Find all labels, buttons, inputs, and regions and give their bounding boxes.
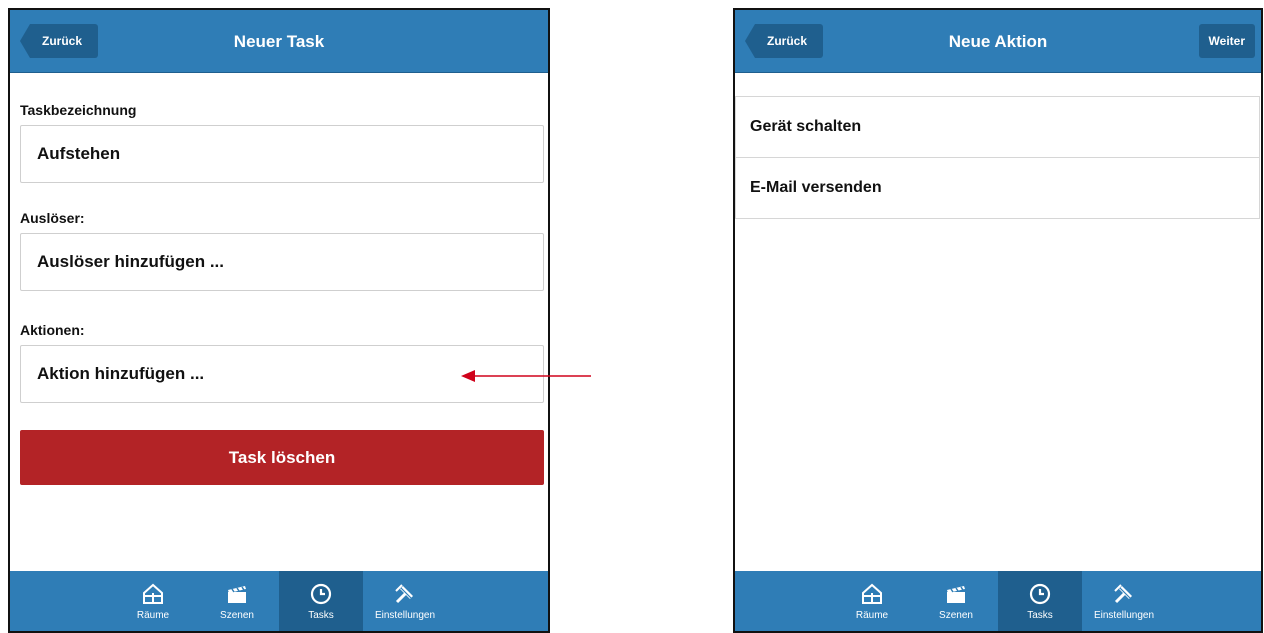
tab-label-scenes: Szenen: [939, 609, 973, 621]
header-bar: Zurück Neue Aktion Weiter: [735, 10, 1261, 73]
tab-label-scenes: Szenen: [220, 609, 254, 621]
tab-label-settings: Einstellungen: [374, 609, 436, 621]
add-trigger-field[interactable]: Auslöser hinzufügen ...: [20, 233, 544, 291]
tab-scenes[interactable]: Szenen: [195, 571, 279, 631]
tab-label-tasks: Tasks: [1027, 609, 1053, 621]
header-bar: Zurück Neuer Task: [10, 10, 548, 73]
tab-rooms[interactable]: Räume: [111, 571, 195, 631]
trigger-label: Auslöser:: [20, 210, 85, 226]
tab-settings[interactable]: Einstellungen: [1082, 571, 1166, 631]
tools-icon: [395, 583, 414, 603]
tab-settings[interactable]: Einstellungen: [363, 571, 447, 631]
house-icon: [143, 583, 163, 604]
tab-label-rooms: Räume: [136, 609, 170, 621]
clapperboard-icon: [228, 585, 246, 603]
tab-rooms[interactable]: Räume: [830, 571, 914, 631]
tab-bar: Räume Szenen Tasks Einstellungen: [735, 571, 1261, 631]
next-button[interactable]: Weiter: [1198, 24, 1255, 58]
tab-tasks[interactable]: Tasks: [998, 571, 1082, 631]
delete-task-button[interactable]: Task löschen: [20, 430, 544, 485]
tab-bar: Räume Szenen Tasks Einstellungen: [10, 571, 548, 631]
taskname-field[interactable]: Aufstehen: [20, 125, 544, 183]
clapperboard-icon: [947, 585, 965, 603]
tab-label-settings: Einstellungen: [1093, 609, 1155, 621]
list-item-switch-device[interactable]: Gerät schalten: [736, 97, 1259, 158]
clock-icon: [310, 583, 332, 604]
screen-new-task: Zurück Neuer Task Taskbezeichnung Aufste…: [8, 8, 550, 633]
action-type-list: Gerät schalten E-Mail versenden: [735, 96, 1260, 219]
annotation-arrow-icon: [461, 370, 591, 382]
tools-icon: [1114, 583, 1133, 603]
list-item-send-email[interactable]: E-Mail versenden: [736, 158, 1259, 218]
clock-icon: [1029, 583, 1051, 604]
screen-new-action: Zurück Neue Aktion Weiter Gerät schalten…: [733, 8, 1263, 633]
tab-tasks[interactable]: Tasks: [279, 571, 363, 631]
actions-label: Aktionen:: [20, 322, 85, 338]
tab-label-tasks: Tasks: [308, 609, 334, 621]
taskname-label: Taskbezeichnung: [20, 102, 137, 118]
house-icon: [862, 583, 882, 604]
page-title: Neue Aktion: [948, 32, 1048, 51]
page-title: Neuer Task: [233, 32, 325, 51]
tab-scenes[interactable]: Szenen: [914, 571, 998, 631]
tab-label-rooms: Räume: [855, 609, 889, 621]
